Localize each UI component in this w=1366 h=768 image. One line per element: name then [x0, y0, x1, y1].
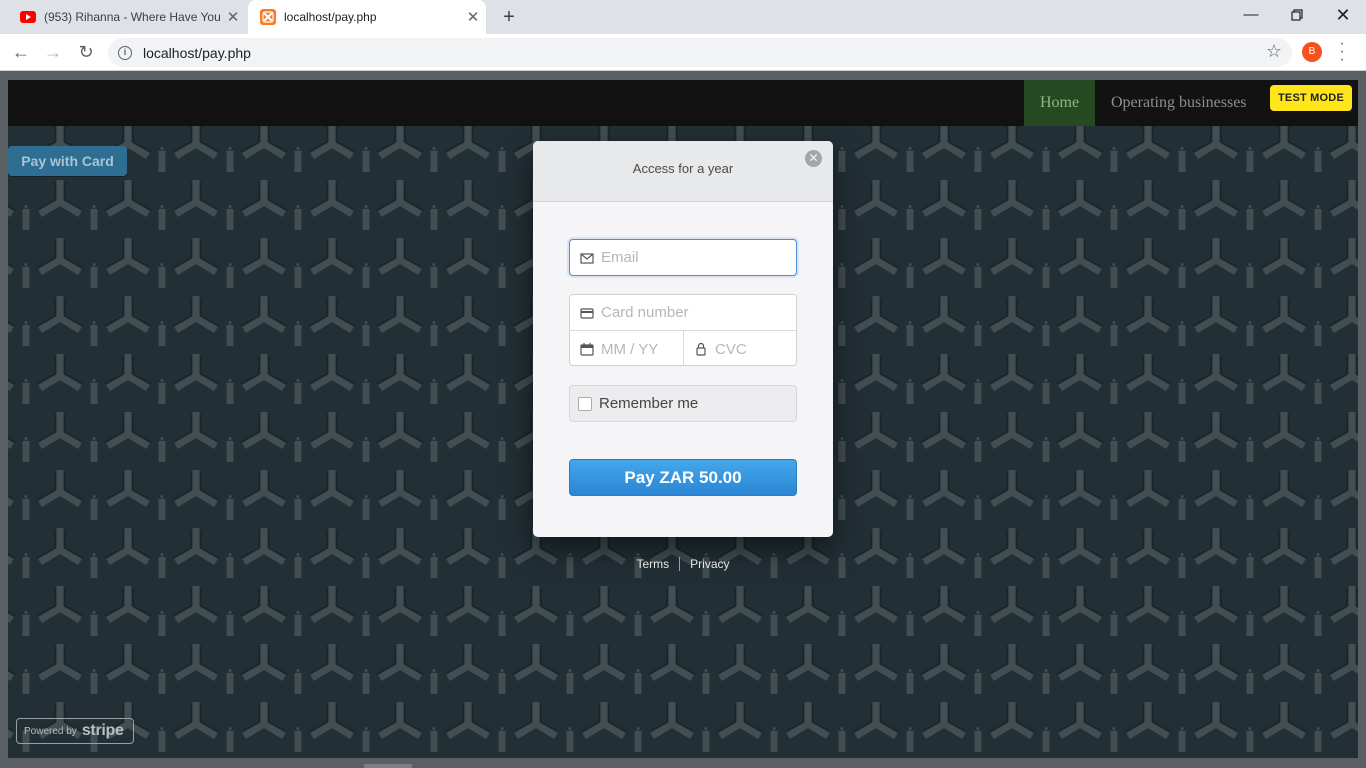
forward-icon[interactable]: →	[40, 39, 66, 65]
pay-button[interactable]: Pay ZAR 50.00	[569, 459, 797, 496]
lock-icon	[696, 342, 706, 356]
remember-me-checkbox[interactable]	[578, 396, 592, 411]
card-details-group	[569, 294, 797, 366]
tab-title: (953) Rihanna - Where Have You	[44, 10, 220, 24]
expiry-input[interactable]	[601, 340, 681, 358]
restore-icon[interactable]	[1274, 0, 1320, 30]
cvc-field[interactable]	[684, 331, 796, 365]
address-bar[interactable]: i localhost/pay.php ☆	[108, 38, 1292, 67]
back-icon[interactable]: ←	[8, 39, 34, 65]
window-close-icon[interactable]: ✕	[1320, 0, 1366, 30]
bookmark-star-icon[interactable]: ☆	[1266, 41, 1282, 62]
browser-toolbar: ← → ↻ i localhost/pay.php ☆ B · · ·	[0, 34, 1366, 71]
minimize-icon[interactable]: —	[1228, 0, 1274, 30]
terms-link[interactable]: Terms	[636, 557, 669, 571]
browser-tab-pay[interactable]: localhost/pay.php ✕	[248, 0, 486, 34]
email-field[interactable]	[569, 239, 797, 276]
menu-dots-icon[interactable]: · · ·	[1336, 36, 1348, 68]
url-text: localhost/pay.php	[143, 44, 251, 61]
reload-icon[interactable]: ↻	[73, 39, 99, 65]
email-input[interactable]	[601, 249, 781, 266]
scroll-indicator	[364, 764, 412, 768]
stripe-logo: stripe	[81, 722, 124, 739]
cvc-input[interactable]	[715, 340, 795, 358]
nav-home-link[interactable]: Home	[1024, 80, 1095, 126]
remember-me-toggle[interactable]: Remember me	[569, 385, 797, 422]
close-icon[interactable]: ✕	[805, 150, 822, 167]
remember-me-label: Remember me	[599, 395, 699, 412]
modal-title: Access for a year	[632, 161, 734, 176]
close-icon[interactable]: ✕	[460, 8, 486, 26]
powered-by-stripe-badge[interactable]: Powered by stripe	[16, 718, 134, 744]
privacy-link[interactable]: Privacy	[690, 557, 729, 571]
site-navbar: Home Operating businesses TEST MODE	[8, 80, 1358, 126]
modal-header: Access for a year ✕	[533, 141, 833, 202]
calendar-icon	[580, 343, 594, 356]
card-number-input[interactable]	[601, 304, 781, 321]
info-icon[interactable]: i	[118, 45, 132, 60]
powered-by-text: Powered by	[24, 725, 77, 737]
close-icon[interactable]: ✕	[220, 8, 246, 26]
checkout-modal: Access for a year ✕ Email Card number MM…	[533, 141, 833, 537]
pay-with-card-button[interactable]: Pay with Card	[8, 146, 127, 176]
tab-title: localhost/pay.php	[284, 10, 377, 24]
legal-links: Terms Privacy	[633, 557, 733, 571]
new-tab-button[interactable]: +	[496, 5, 522, 29]
nav-operating-businesses-link[interactable]: Operating businesses	[1111, 80, 1247, 126]
envelope-icon	[580, 252, 594, 264]
profile-avatar[interactable]: B	[1302, 42, 1322, 62]
browser-tab-strip: (953) Rihanna - Where Have You ✕ localho…	[0, 0, 1366, 34]
divider	[679, 557, 681, 571]
card-number-field[interactable]	[570, 295, 796, 331]
expiry-field[interactable]	[570, 331, 684, 365]
credit-card-icon	[580, 307, 594, 319]
page-viewport: Home Operating businesses TEST MODE Pay …	[0, 72, 1366, 768]
page-bottom-strip	[0, 758, 1366, 768]
youtube-icon	[20, 11, 36, 23]
browser-tab-youtube[interactable]: (953) Rihanna - Where Have You ✕	[8, 0, 246, 34]
xampp-icon	[260, 9, 276, 25]
test-mode-badge: TEST MODE	[1270, 85, 1352, 111]
